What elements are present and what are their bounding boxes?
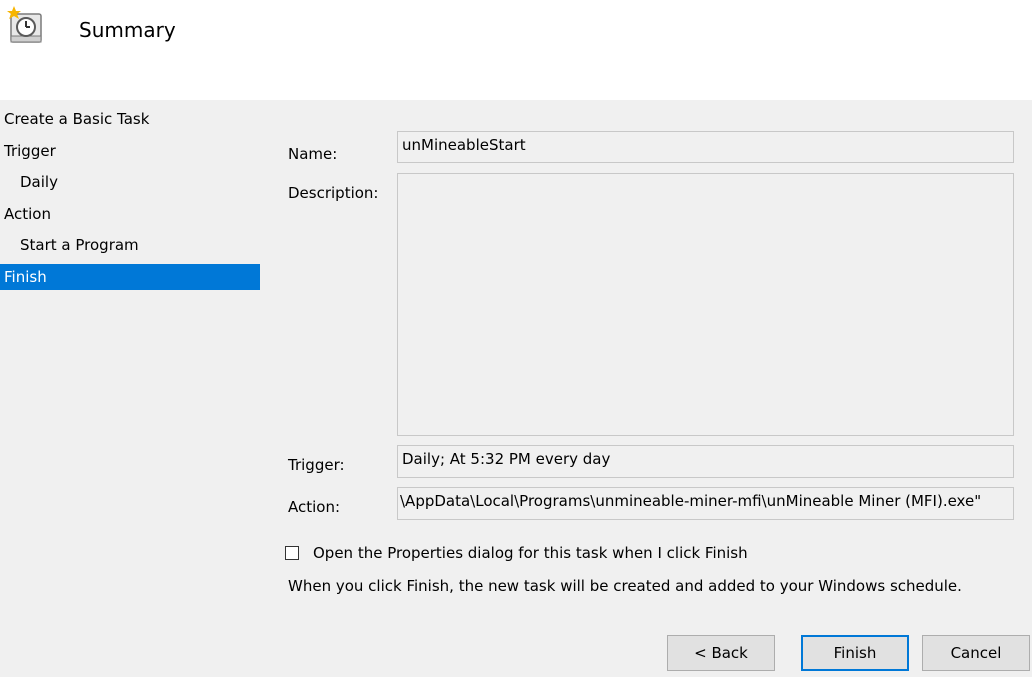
finish-note: When you click Finish, the new task will… bbox=[288, 577, 962, 595]
page-title: Summary bbox=[79, 18, 176, 42]
step-finish[interactable]: Finish bbox=[0, 264, 260, 290]
description-label: Description: bbox=[288, 184, 379, 202]
trigger-field[interactable]: Daily; At 5:32 PM every day bbox=[397, 445, 1014, 478]
name-field[interactable]: unMineableStart bbox=[397, 131, 1014, 163]
cancel-button[interactable]: Cancel bbox=[922, 635, 1030, 671]
open-properties-checkbox[interactable] bbox=[285, 546, 299, 560]
name-label: Name: bbox=[288, 145, 338, 163]
wizard-header: Summary bbox=[0, 0, 1032, 100]
action-label: Action: bbox=[288, 498, 341, 516]
action-value: \AppData\Local\Programs\unmineable-miner… bbox=[400, 492, 982, 510]
description-field[interactable] bbox=[397, 173, 1014, 436]
back-button[interactable]: < Back bbox=[667, 635, 775, 671]
step-create-basic-task[interactable]: Create a Basic Task bbox=[0, 106, 260, 132]
trigger-label: Trigger: bbox=[288, 456, 345, 474]
task-scheduler-clock-icon bbox=[7, 6, 42, 43]
finish-button[interactable]: Finish bbox=[801, 635, 909, 671]
open-properties-label[interactable]: Open the Properties dialog for this task… bbox=[313, 543, 748, 563]
step-start-a-program[interactable]: Start a Program bbox=[0, 232, 260, 258]
step-daily[interactable]: Daily bbox=[0, 169, 260, 195]
step-trigger[interactable]: Trigger bbox=[0, 138, 260, 164]
step-action[interactable]: Action bbox=[0, 201, 260, 227]
action-field[interactable]: \AppData\Local\Programs\unmineable-miner… bbox=[397, 487, 1014, 520]
